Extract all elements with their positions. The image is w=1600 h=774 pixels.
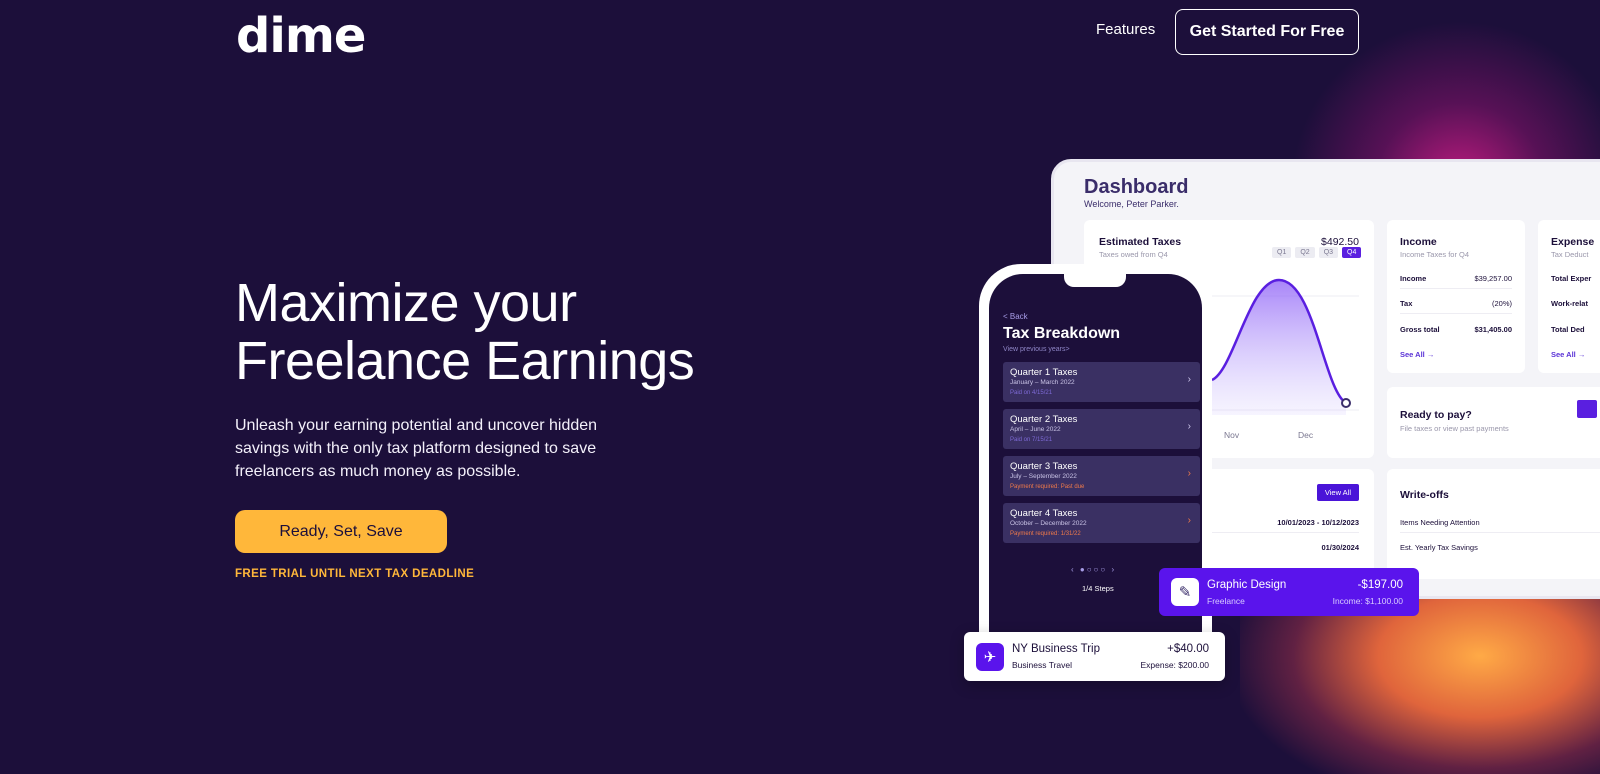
ready-to-pay-card: Ready to pay? File taxes or view past pa… — [1387, 387, 1600, 458]
transaction-amount: -$197.00 — [1357, 579, 1403, 591]
steps-label: 1/4 Steps — [1082, 584, 1114, 593]
quarter-dates: July – September 2022 — [1010, 473, 1077, 480]
expenses-row: Total Exper — [1551, 274, 1592, 283]
view-previous-years-link[interactable]: View previous years> — [1003, 346, 1070, 353]
income-row-label: Income — [1400, 274, 1427, 283]
chevron-right-icon: › — [1187, 374, 1191, 385]
ready-set-save-button[interactable]: Ready, Set, Save — [235, 510, 447, 553]
transaction-name: Graphic Design — [1207, 579, 1287, 591]
transaction-amount: +$40.00 — [1167, 643, 1209, 655]
quarter-3-card[interactable]: Quarter 3 Taxes July – September 2022 Pa… — [1003, 456, 1200, 496]
tax-breakdown-title: Tax Breakdown — [1003, 325, 1121, 342]
due-date: 01/30/2024 — [1321, 543, 1359, 552]
chart-x-label-nov: Nov — [1224, 430, 1240, 440]
quarter-dates: April – June 2022 — [1010, 426, 1061, 433]
dime-logo[interactable]: dime — [236, 8, 366, 64]
dashboard-title: Dashboard — [1084, 176, 1189, 198]
income-card: Income Income Taxes for Q4 Income $39,25… — [1387, 220, 1525, 373]
gross-row-value: $31,405.00 — [1474, 325, 1512, 334]
date-range: 10/01/2023 - 10/12/2023 — [1277, 518, 1359, 527]
pagination-dots[interactable]: ‹ ●○○○ › — [1071, 565, 1116, 574]
ny-business-trip-transaction[interactable]: ✈ NY Business Trip Business Travel +$40.… — [964, 632, 1225, 681]
write-offs-card: Write-offs Items Needing Attention Est. … — [1387, 469, 1600, 579]
ready-to-pay-label: Ready to pay? — [1400, 409, 1472, 421]
back-link[interactable]: < Back — [1003, 312, 1028, 321]
divider — [1400, 313, 1512, 314]
gross-row-label: Gross total — [1400, 325, 1440, 334]
quarter-status: Payment required: Past due — [1010, 484, 1085, 490]
tax-row-value: (20%) — [1491, 299, 1512, 308]
graphic-design-transaction[interactable]: ✎ Graphic Design Freelance -$197.00 Inco… — [1159, 568, 1419, 616]
expenses-card: Expense Tax Deduct Total Exper Work-rela… — [1538, 220, 1600, 373]
transaction-category: Business Travel — [1012, 660, 1072, 670]
hero-title: Maximize your Freelance Earnings — [235, 273, 695, 391]
chevron-right-icon: › — [1187, 421, 1191, 432]
transaction-detail: Expense: $200.00 — [1140, 660, 1209, 670]
quarter-dates: October – December 2022 — [1010, 520, 1087, 527]
hero-subtitle: Unleash your earning potential and uncov… — [235, 417, 598, 480]
quarter-1-card[interactable]: Quarter 1 Taxes January – March 2022 Pai… — [1003, 362, 1200, 402]
hero-title-line1: Maximize your — [235, 273, 577, 333]
expenses-sub: Tax Deduct — [1551, 250, 1589, 259]
tax-row-label: Tax — [1400, 299, 1413, 308]
design-icon: ✎ — [1171, 578, 1199, 606]
chevron-right-icon: › — [1187, 468, 1191, 479]
quarter-title: Quarter 3 Taxes — [1010, 461, 1078, 472]
write-offs-row: Est. Yearly Tax Savings — [1400, 543, 1478, 552]
transaction-detail: Income: $1,100.00 — [1332, 596, 1403, 606]
hero-title-line2: Freelance Earnings — [235, 331, 695, 391]
divider — [1400, 532, 1600, 533]
expenses-see-all-link[interactable]: See All → — [1551, 350, 1585, 359]
expenses-row: Total Ded — [1551, 325, 1585, 334]
income-see-all-link[interactable]: See All → — [1400, 350, 1434, 359]
nav-features-link[interactable]: Features — [1096, 21, 1155, 38]
chevron-right-icon: › — [1187, 515, 1191, 526]
ready-to-pay-sub: File taxes or view past payments — [1400, 424, 1509, 433]
expenses-row: Work-relat — [1551, 299, 1588, 308]
write-offs-row: Items Needing Attention — [1400, 518, 1480, 527]
view-all-button[interactable]: View All — [1316, 484, 1359, 501]
income-row-value: $39,257.00 — [1474, 274, 1512, 283]
quarter-title: Quarter 4 Taxes — [1010, 508, 1078, 519]
chart-endpoint — [1341, 398, 1351, 408]
pay-button[interactable] — [1577, 400, 1597, 418]
quarter-status: Paid on 4/15/21 — [1010, 390, 1053, 396]
chart-x-label-dec: Dec — [1298, 430, 1314, 440]
airplane-icon: ✈ — [976, 643, 1004, 671]
quarter-title: Quarter 1 Taxes — [1010, 367, 1078, 378]
income-sub: Income Taxes for Q4 — [1400, 250, 1470, 259]
quarter-2-card[interactable]: Quarter 2 Taxes April – June 2022 Paid o… — [1003, 409, 1200, 449]
transaction-name: NY Business Trip — [1012, 643, 1100, 655]
write-offs-label: Write-offs — [1400, 489, 1449, 501]
get-started-button[interactable]: Get Started For Free — [1175, 9, 1359, 55]
quarter-status: Paid on 7/15/21 — [1010, 437, 1053, 443]
quarter-title: Quarter 2 Taxes — [1010, 414, 1078, 425]
dashboard-welcome: Welcome, Peter Parker. — [1084, 199, 1179, 209]
income-label: Income — [1400, 236, 1437, 248]
transaction-category: Freelance — [1207, 596, 1245, 606]
quarter-dates: January – March 2022 — [1010, 379, 1075, 386]
free-trial-note: FREE TRIAL UNTIL NEXT TAX DEADLINE — [235, 568, 475, 580]
quarter-status: Payment required: 1/31/22 — [1010, 531, 1081, 537]
expenses-label: Expense — [1551, 236, 1595, 248]
quarter-4-card[interactable]: Quarter 4 Taxes October – December 2022 … — [1003, 503, 1200, 543]
phone-notch — [1064, 274, 1126, 287]
divider — [1400, 288, 1512, 289]
